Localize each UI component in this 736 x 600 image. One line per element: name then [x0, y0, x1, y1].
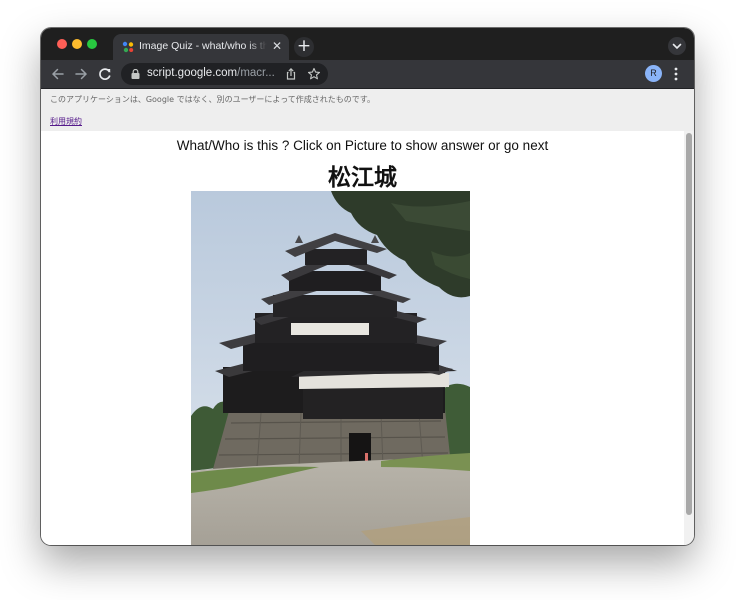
quiz-picture[interactable] — [191, 191, 470, 545]
quiz-answer: 松江城 — [328, 165, 397, 191]
banner-notice: このアプリケーションは、Google ではなく、別のユーザーによって作成されたも… — [50, 95, 375, 104]
quiz-instruction: What/Who is this ? Click on Picture to s… — [176, 138, 549, 153]
tab-close-icon[interactable]: ✕ — [270, 39, 284, 53]
url-host: script.google.com — [147, 67, 238, 79]
window-maximize-button[interactable] — [87, 39, 97, 49]
browser-toolbar: script.google.com/macr... R — [41, 60, 694, 89]
lock-icon — [131, 69, 140, 79]
address-bar[interactable]: script.google.com/macr... — [121, 63, 328, 85]
new-tab-button[interactable]: + — [294, 37, 314, 57]
tab-title: Image Quiz - what/who is this? — [139, 40, 267, 52]
forward-arrow-icon[interactable] — [71, 64, 91, 84]
profile-avatar[interactable]: R — [645, 65, 662, 82]
browser-window: Image Quiz - what/who is this? ✕ + scr — [41, 28, 694, 545]
bookmark-star-icon[interactable] — [307, 67, 321, 81]
scrollbar-thumb[interactable] — [686, 133, 692, 515]
back-arrow-icon[interactable] — [48, 64, 68, 84]
url-text: script.google.com/macr... — [147, 67, 275, 79]
share-icon[interactable] — [284, 67, 298, 81]
url-path: /macr... — [237, 67, 275, 79]
tab-image-quiz[interactable]: Image Quiz - what/who is this? ✕ — [113, 34, 289, 60]
chevron-down-icon — [672, 43, 682, 50]
window-close-button[interactable] — [57, 39, 67, 49]
page-scrollbar[interactable] — [684, 131, 694, 545]
terms-of-service-link[interactable]: 利用規約 — [50, 116, 82, 127]
tab-search-button[interactable] — [668, 37, 686, 55]
more-menu-icon[interactable] — [671, 66, 681, 82]
apps-script-icon — [122, 41, 134, 53]
quiz-content: What/Who is this ? Click on Picture to s… — [41, 131, 684, 545]
tab-strip: Image Quiz - what/who is this? ✕ + — [41, 28, 694, 60]
apps-script-warning-banner: このアプリケーションは、Google ではなく、別のユーザーによって作成されたも… — [41, 89, 694, 132]
reload-icon[interactable] — [95, 64, 115, 84]
window-minimize-button[interactable] — [72, 39, 82, 49]
